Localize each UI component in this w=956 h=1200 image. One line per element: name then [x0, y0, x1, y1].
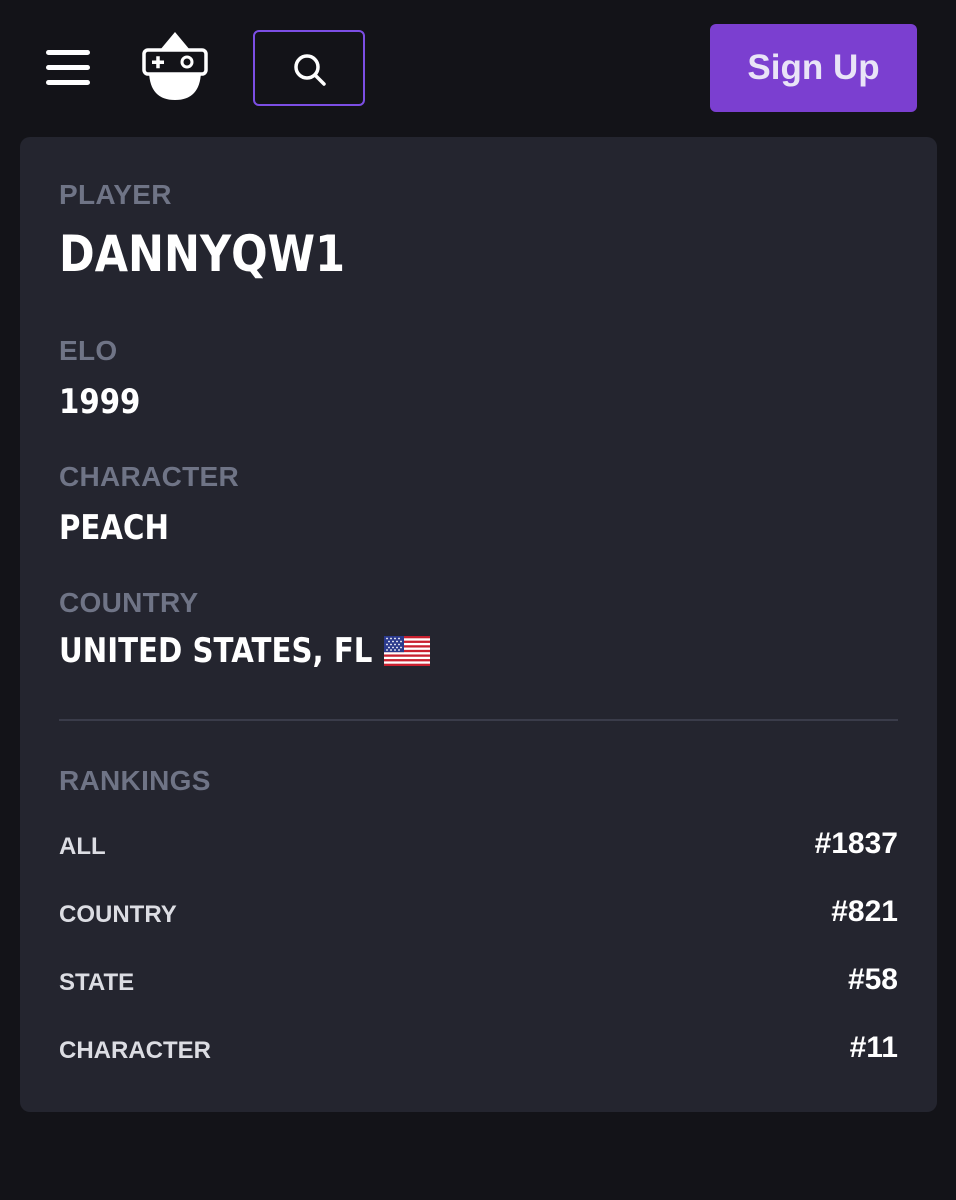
site-logo[interactable] [140, 28, 210, 104]
ranking-label: ALL [59, 833, 106, 860]
ranking-label: STATE [59, 969, 135, 996]
character-value: PEACH [59, 508, 169, 548]
player-label: PLAYER [59, 179, 172, 210]
country-row: UNITED STATES, FL [59, 631, 430, 671]
section-divider [59, 719, 898, 721]
character-label: CHARACTER [59, 461, 240, 492]
elo-value: 1999 [59, 382, 141, 422]
ranking-value: #11 [849, 1031, 898, 1064]
ranking-value: #821 [831, 895, 898, 928]
ranking-row-all: ALL #1837 [59, 827, 898, 867]
ranking-label: COUNTRY [59, 901, 177, 928]
ranking-row-character: CHARACTER #11 [59, 1031, 898, 1071]
player-name: DANNYQW1 [59, 225, 345, 283]
country-label: COUNTRY [59, 587, 199, 618]
sign-up-button[interactable]: Sign Up [710, 24, 917, 112]
search-button[interactable] [253, 30, 365, 106]
ranking-value: #1837 [814, 827, 898, 860]
rankings-title: RANKINGS [59, 765, 211, 796]
search-icon [294, 54, 326, 86]
top-navbar: Sign Up [0, 0, 956, 136]
elo-label: ELO [59, 335, 118, 366]
country-value: UNITED STATES, FL [59, 631, 373, 671]
gamepad-mascot-logo [142, 32, 208, 100]
ranking-row-country: COUNTRY #821 [59, 895, 898, 935]
player-profile-card: PLAYER DANNYQW1 ELO 1999 CHARACTER PEACH… [20, 137, 937, 1112]
hamburger-menu-icon[interactable] [44, 48, 92, 88]
ranking-label: CHARACTER [59, 1037, 211, 1064]
us-flag-icon [384, 636, 430, 666]
ranking-value: #58 [847, 963, 898, 996]
ranking-row-state: STATE #58 [59, 963, 898, 1003]
